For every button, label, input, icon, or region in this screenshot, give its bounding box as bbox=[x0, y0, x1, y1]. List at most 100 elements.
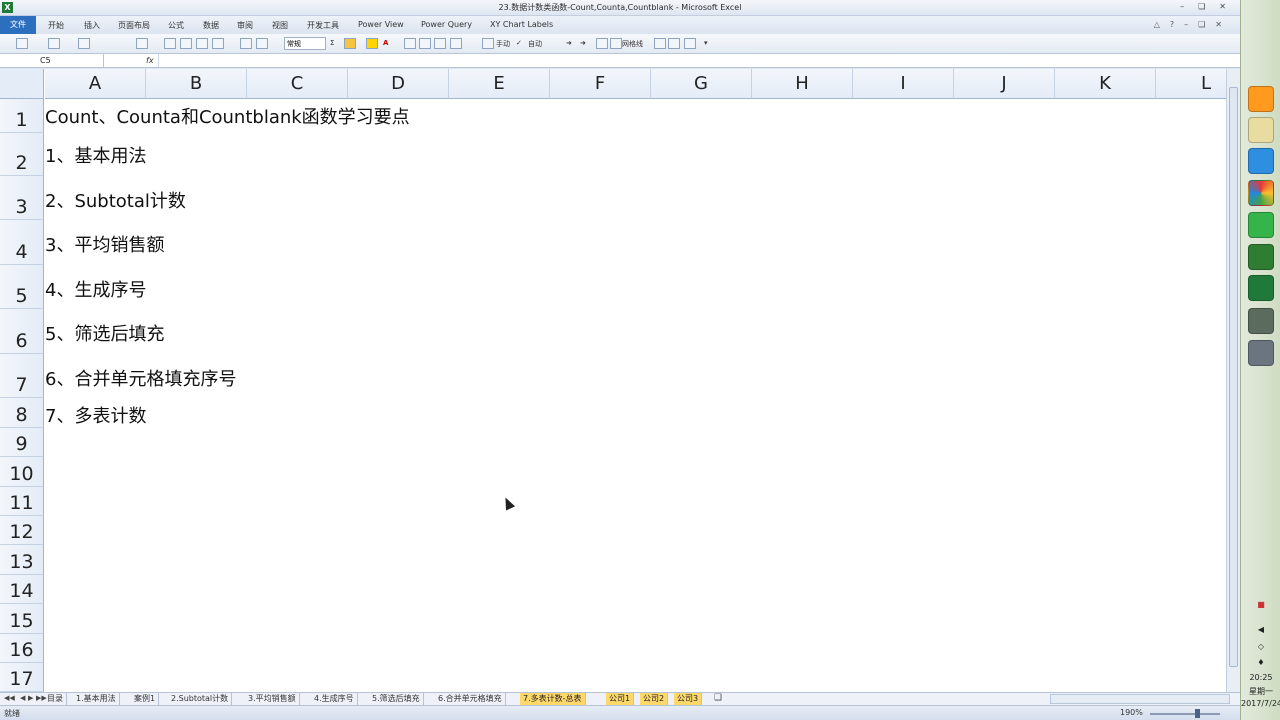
doc-close-icon[interactable]: ✕ bbox=[1215, 20, 1222, 29]
horizontal-scrollbar[interactable] bbox=[1050, 694, 1230, 704]
sheet-tab-multi-total[interactable]: 7.多表计数-总表 bbox=[520, 693, 586, 705]
cell-a4[interactable]: 3、平均销售额 bbox=[45, 231, 164, 257]
restore-icon[interactable]: ❏ bbox=[1198, 2, 1205, 11]
close-icon[interactable]: ✕ bbox=[1219, 2, 1226, 11]
autosum-icon[interactable]: Σ bbox=[330, 39, 334, 47]
sheet-tab-toc[interactable]: 目录 bbox=[44, 693, 67, 705]
tab-power-query[interactable]: Power Query bbox=[421, 20, 472, 29]
evernote-icon[interactable] bbox=[1248, 244, 1274, 270]
select-all-corner[interactable] bbox=[0, 69, 44, 99]
new-sheet-icon[interactable]: ❏ bbox=[714, 693, 722, 703]
save-icon[interactable] bbox=[78, 38, 90, 49]
first-sheet-icon[interactable]: ◀◀ bbox=[4, 694, 15, 702]
cell-a5[interactable]: 4、生成序号 bbox=[45, 276, 146, 302]
tab-developer[interactable]: 开发工具 bbox=[307, 20, 339, 31]
indent-icon[interactable] bbox=[450, 38, 462, 49]
edit-icon[interactable] bbox=[654, 38, 666, 49]
merge-icon[interactable] bbox=[164, 38, 176, 49]
row-header-6[interactable]: 6 bbox=[0, 309, 44, 354]
row-header-17[interactable]: 17 bbox=[0, 663, 44, 692]
zoom-slider[interactable] bbox=[1150, 713, 1220, 715]
tab-power-view[interactable]: Power View bbox=[358, 20, 404, 29]
col-header-h[interactable]: H bbox=[752, 69, 853, 99]
tab-insert[interactable]: 插入 bbox=[84, 20, 100, 31]
col-header-g[interactable]: G bbox=[651, 69, 752, 99]
zoom-level[interactable]: 190% bbox=[1120, 708, 1143, 717]
sheet-tab-subtotal[interactable]: 2.Subtotal计数 bbox=[168, 693, 233, 705]
insert-col-icon[interactable] bbox=[256, 38, 268, 49]
picture-icon[interactable] bbox=[668, 38, 680, 49]
row-header-10[interactable]: 10 bbox=[0, 457, 44, 487]
undo-icon[interactable] bbox=[48, 38, 60, 49]
tab-home[interactable]: 开始 bbox=[48, 20, 64, 31]
highlight-icon[interactable] bbox=[366, 38, 378, 49]
clock-time[interactable]: 20:25 bbox=[1241, 673, 1280, 682]
camera-icon[interactable] bbox=[684, 38, 696, 49]
tab-view[interactable]: 视图 bbox=[272, 20, 288, 31]
col-header-d[interactable]: D bbox=[348, 69, 449, 99]
row-header-14[interactable]: 14 bbox=[0, 575, 44, 604]
help-icon[interactable]: ? bbox=[1170, 20, 1174, 29]
zoom-slider-knob[interactable] bbox=[1195, 709, 1200, 718]
row-header-5[interactable]: 5 bbox=[0, 265, 44, 309]
col-header-j[interactable]: J bbox=[954, 69, 1055, 99]
sheet-tab-filter-fill[interactable]: 5.筛选后填充 bbox=[369, 693, 424, 705]
ribbon-collapse-icon[interactable]: △ bbox=[1154, 20, 1160, 29]
align-center-icon[interactable] bbox=[419, 38, 431, 49]
borders-icon[interactable] bbox=[180, 38, 192, 49]
gridlines-checkbox[interactable] bbox=[610, 38, 622, 49]
wrap-icon[interactable] bbox=[212, 38, 224, 49]
next-sheet-icon[interactable]: ▶ bbox=[28, 694, 33, 702]
tab-formulas[interactable]: 公式 bbox=[168, 20, 184, 31]
row-header-13[interactable]: 13 bbox=[0, 545, 44, 575]
capture-tool-icon[interactable] bbox=[1248, 340, 1274, 366]
insert-function-icon[interactable]: fx bbox=[146, 54, 154, 67]
row-header-9[interactable]: 9 bbox=[0, 428, 44, 457]
align-right-icon[interactable] bbox=[434, 38, 446, 49]
minimize-icon[interactable]: – bbox=[1180, 2, 1184, 11]
sheet-tab-serial[interactable]: 4.生成序号 bbox=[311, 693, 358, 705]
row-header-15[interactable]: 15 bbox=[0, 604, 44, 634]
doc-restore-icon[interactable]: ❏ bbox=[1198, 20, 1205, 29]
align-left-icon[interactable] bbox=[404, 38, 416, 49]
vertical-scroll-thumb[interactable] bbox=[1229, 87, 1238, 667]
col-header-b[interactable]: B bbox=[146, 69, 247, 99]
row-header-2[interactable]: 2 bbox=[0, 133, 44, 176]
tab-review[interactable]: 审阅 bbox=[237, 20, 253, 31]
sheet-tab-company3[interactable]: 公司3 bbox=[674, 693, 703, 705]
col-header-k[interactable]: K bbox=[1055, 69, 1156, 99]
file-explorer-icon[interactable] bbox=[1248, 117, 1274, 143]
cell-a7[interactable]: 6、合并单元格填充序号 bbox=[45, 365, 236, 391]
sheet-tab-avg-sales[interactable]: 3.平均销售额 bbox=[245, 693, 300, 705]
sheet-tab-basic[interactable]: 1.基本用法 bbox=[73, 693, 120, 705]
screen-record-icon[interactable] bbox=[1248, 308, 1274, 334]
tab-page-layout[interactable]: 页面布局 bbox=[118, 20, 150, 31]
col-header-c[interactable]: C bbox=[247, 69, 348, 99]
sheet-tab-company2[interactable]: 公司2 bbox=[640, 693, 669, 705]
border-all-icon[interactable] bbox=[196, 38, 208, 49]
sheet-tab-merged-fill[interactable]: 6.合并单元格填充 bbox=[435, 693, 506, 705]
arrow-icon[interactable]: ➜ bbox=[566, 39, 572, 47]
sheet-tab-case1[interactable]: 案例1 bbox=[131, 693, 160, 705]
vertical-scrollbar[interactable] bbox=[1226, 69, 1240, 692]
formula-input[interactable] bbox=[158, 54, 1226, 67]
cell-a8[interactable]: 7、多表计数 bbox=[45, 402, 146, 428]
excel-taskbar-icon[interactable] bbox=[1248, 275, 1274, 301]
row-header-1[interactable]: 1 bbox=[0, 99, 44, 133]
layout-icon[interactable] bbox=[16, 38, 28, 49]
worksheet-grid[interactable]: A B C D E F G H I J K L 1 2 3 4 5 6 7 8 … bbox=[0, 69, 1226, 692]
row-header-11[interactable]: 11 bbox=[0, 487, 44, 516]
chrome-browser-icon[interactable] bbox=[1248, 180, 1274, 206]
fill-color-icon[interactable] bbox=[344, 38, 356, 49]
tray-network-icon[interactable]: ◇ bbox=[1241, 642, 1280, 651]
cloud-app-icon[interactable] bbox=[1248, 148, 1274, 174]
row-header-8[interactable]: 8 bbox=[0, 398, 44, 428]
tab-file[interactable]: 文件 bbox=[0, 16, 36, 34]
cell-a6[interactable]: 5、筛选后填充 bbox=[45, 320, 164, 346]
checkbox-manual-icon[interactable] bbox=[482, 38, 494, 49]
player-app-icon[interactable] bbox=[1248, 86, 1274, 112]
sheet-tab-company1[interactable]: 公司1 bbox=[606, 693, 635, 705]
name-box[interactable]: C5 bbox=[0, 54, 104, 67]
col-header-l[interactable]: L bbox=[1156, 69, 1226, 99]
tray-app-icon[interactable]: ■ bbox=[1241, 600, 1280, 609]
